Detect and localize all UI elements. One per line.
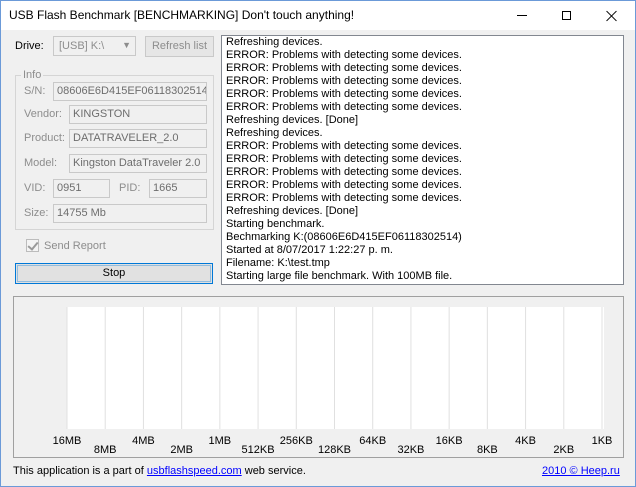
chart-x-tick-label: 2KB [553, 444, 574, 456]
vid-label: VID: [24, 182, 46, 194]
log-line: ERROR: Problems with detecting some devi… [226, 192, 462, 204]
log-textbox[interactable]: Refreshing devices. ERROR: Problems with … [221, 35, 624, 285]
chart-x-tick-label: 16MB [53, 435, 82, 447]
drive-label: Drive: [15, 40, 44, 52]
window-title: USB Flash Benchmark [BENCHMARKING] Don't… [9, 8, 355, 22]
app-window: USB Flash Benchmark [BENCHMARKING] Don't… [0, 0, 636, 487]
log-line: Starting benchmark. [226, 218, 325, 230]
chart-x-tick-label: 256KB [280, 435, 313, 447]
sn-label: S/N: [24, 85, 46, 97]
log-line: ERROR: Problems with detecting some devi… [226, 140, 462, 152]
log-line: Starting large file benchmark. With 100M… [226, 270, 453, 282]
log-line: ERROR: Problems with detecting some devi… [226, 101, 462, 113]
product-label: Product: [24, 132, 65, 144]
close-button[interactable] [589, 1, 634, 30]
log-line: Refreshing devices. [226, 36, 323, 48]
size-label: Size: [24, 207, 49, 219]
stop-button[interactable]: Stop [15, 263, 213, 284]
chevron-down-icon: ▼ [122, 40, 131, 50]
log-line: ERROR: Problems with detecting some devi… [226, 62, 462, 74]
log-line: ERROR: Problems with detecting some devi… [226, 179, 462, 191]
refresh-list-button[interactable]: Refresh list [145, 36, 214, 57]
chart-x-tick-label: 512KB [242, 444, 275, 456]
log-line: Refreshing devices. [Done] [226, 205, 359, 217]
chart-x-tick-label: 1MB [209, 435, 232, 447]
maximize-icon [562, 11, 571, 20]
log-line: ERROR: Problems with detecting some devi… [226, 88, 462, 100]
chart-plot-area [67, 307, 604, 429]
vid-field: 0951 [53, 179, 110, 198]
drive-select-value: [USB] K:\ [59, 40, 105, 52]
footer-text: This application is a part of usbflashsp… [13, 465, 306, 477]
footer-suffix: web service. [241, 465, 306, 477]
chart-x-tick-label: 4MB [132, 435, 155, 447]
product-field: DATATRAVELER_2.0 [69, 129, 207, 148]
minimize-button[interactable] [499, 1, 544, 30]
benchmark-chart-svg: 16MB 8MB 4MB 2MB 1MB 512KB 256KB 128KB 64KB 32KB 1… [53, 307, 613, 456]
close-icon [606, 10, 618, 22]
footer-prefix: This application is a part of [13, 465, 147, 477]
chart-x-tick-label: 128KB [318, 444, 351, 456]
chart-x-tick-label: 16KB [436, 435, 463, 447]
chart-x-tick-label: 64KB [359, 435, 386, 447]
send-report-checkbox[interactable] [26, 239, 39, 252]
check-icon [27, 239, 39, 251]
vendor-field: KINGSTON [69, 105, 207, 124]
vendor-label: Vendor: [24, 108, 62, 120]
maximize-button[interactable] [544, 1, 589, 30]
log-line: Refreshing devices. [Done] [226, 114, 359, 126]
chart-x-tick-label: 8KB [477, 444, 498, 456]
log-line: ERROR: Problems with detecting some devi… [226, 153, 462, 165]
minimize-icon [516, 15, 527, 16]
heep-link[interactable]: 2010 © Heep.ru [542, 465, 620, 477]
log-line: ERROR: Problems with detecting some devi… [226, 166, 462, 178]
chart-x-tick-label: 32KB [397, 444, 424, 456]
send-report-row[interactable]: Send Report [26, 239, 106, 252]
log-line: Started at 8/07/2017 1:22:27 p. m. [226, 244, 393, 256]
chart-x-tick-label: 4KB [515, 435, 536, 447]
drive-select[interactable]: [USB] K:\ ▼ [53, 36, 136, 56]
model-field: Kingston DataTraveler 2.0 [69, 154, 207, 173]
log-line: Filename: K:\test.tmp [226, 257, 330, 269]
model-label: Model: [24, 157, 58, 169]
log-line: Refreshing devices. [226, 127, 323, 139]
send-report-label: Send Report [44, 239, 106, 252]
chart-x-tick-label: 1KB [592, 435, 613, 447]
chart-x-tick-label: 2MB [170, 444, 193, 456]
sn-field: 08606E6D415EF06118302514 [53, 82, 207, 101]
pid-label: PID: [119, 182, 141, 194]
title-bar: USB Flash Benchmark [BENCHMARKING] Don't… [1, 1, 635, 30]
log-line: ERROR: Problems with detecting some devi… [226, 75, 462, 87]
size-field: 14755 Mb [53, 204, 207, 223]
log-line: ERROR: Problems with detecting some devi… [226, 49, 462, 61]
chart-x-tick-label: 8MB [94, 444, 117, 456]
info-legend: Info [21, 69, 44, 81]
log-line: Bechmarking K:(08606E6D415EF06118302514) [226, 231, 462, 243]
usbflashspeed-link[interactable]: usbflashspeed.com [147, 465, 242, 477]
pid-field: 1665 [149, 179, 207, 198]
benchmark-chart: 16MB 8MB 4MB 2MB 1MB 512KB 256KB 128KB 64KB 32KB 1… [13, 296, 624, 458]
